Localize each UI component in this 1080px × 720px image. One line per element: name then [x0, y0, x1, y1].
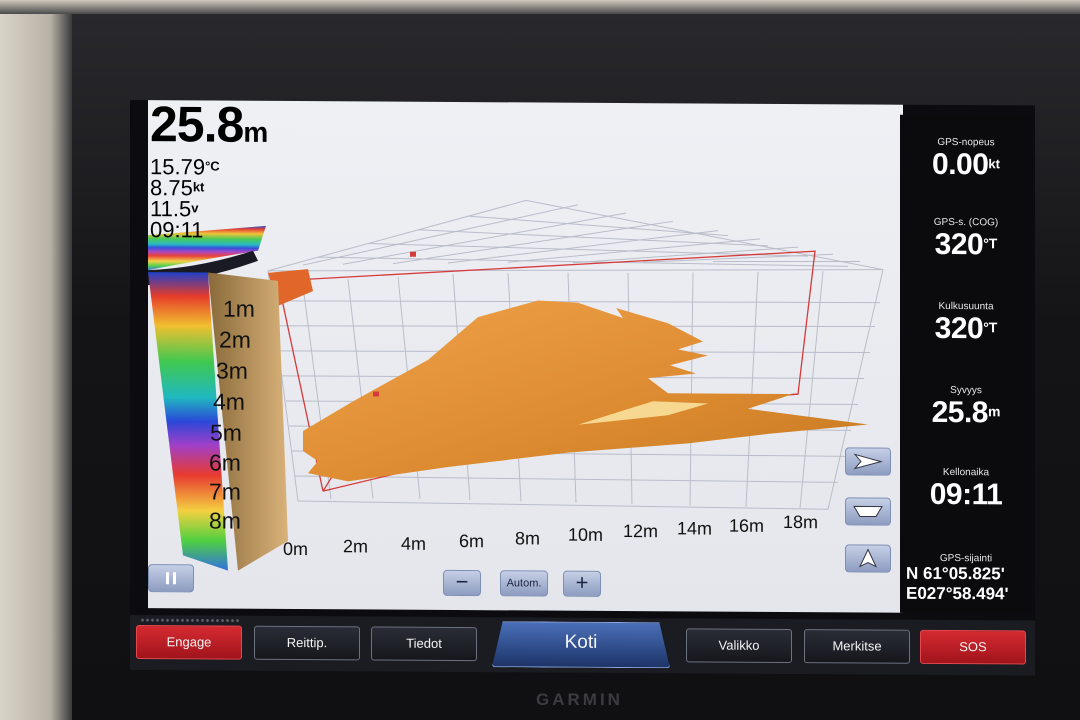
- depth-label: 3m: [216, 357, 248, 384]
- depth-label: 1m: [223, 295, 255, 322]
- distance-label: 4m: [401, 533, 427, 554]
- depth-readout: 25.8m: [150, 100, 268, 153]
- sonar-3d-view[interactable]: 25.8m 15.79°C 8.75kt 11.5v 09:11 1m 2m 3…: [148, 100, 903, 613]
- longitude-value: E027°58.494': [906, 583, 1009, 604]
- engage-button[interactable]: Engage: [136, 625, 242, 660]
- heading-value: 320: [934, 311, 984, 346]
- menu-button[interactable]: Valikko: [686, 628, 792, 664]
- mark-button[interactable]: Merkitse: [804, 629, 910, 664]
- page-indicator-dots: [140, 617, 240, 624]
- home-button[interactable]: Koti: [492, 621, 670, 668]
- distance-label: 6m: [459, 531, 485, 552]
- gps-speed-unit: kt: [988, 156, 1000, 172]
- depth-label: 6m: [209, 449, 241, 476]
- distance-label: 2m: [343, 536, 369, 557]
- info-button[interactable]: Tiedot: [371, 626, 477, 662]
- cog-field: GPS-s. (COG) 320°T: [900, 217, 1032, 263]
- clock-value: 09:11: [929, 477, 1003, 512]
- sos-button[interactable]: SOS: [920, 629, 1026, 665]
- pause-button[interactable]: [148, 564, 194, 593]
- gps-speed-value: 0.00: [932, 147, 989, 182]
- brand-logo: GARMIN: [536, 690, 623, 709]
- softkey-bar: Engage Reittip. Tiedot Koti Valikko Merk…: [130, 615, 1035, 676]
- zoom-in-button[interactable]: +: [563, 570, 601, 597]
- flat-view-icon: [853, 453, 883, 470]
- data-panel: GPS-nopeus 0.00kt GPS-s. (COG) 320°T Kul…: [900, 114, 1032, 614]
- distance-label: 10m: [568, 524, 604, 545]
- clock-label: Kellonaika: [942, 466, 990, 479]
- pause-icon: [166, 572, 176, 585]
- position-label: GPS-sijainti: [939, 552, 993, 565]
- gps-speed-field: GPS-nopeus 0.00kt: [900, 137, 1032, 183]
- gps-speed-label: GPS-nopeus: [937, 136, 995, 149]
- auto-zoom-button[interactable]: Autom.: [500, 570, 548, 597]
- perspective-view-button[interactable]: [845, 497, 891, 526]
- latitude-value: N 61°05.825': [906, 563, 1005, 584]
- cog-label: GPS-s. (COG): [933, 216, 999, 229]
- distance-label: 18m: [783, 511, 819, 533]
- perspective-view-icon: [853, 505, 883, 518]
- background-wall-top: [0, 0, 1080, 14]
- background-wall: [0, 0, 72, 720]
- depth-unit-panel: m: [987, 403, 1001, 420]
- distance-scale-labels: 0m 2m 4m 6m 8m 10m 12m 14m 16m 18m: [283, 503, 843, 559]
- time-readout: 09:11: [150, 217, 204, 243]
- heading-label: Kulkusuunta: [938, 300, 994, 313]
- north-up-button[interactable]: [845, 544, 891, 573]
- position-field: GPS-sijainti N 61°05.825' E027°58.494': [900, 553, 1032, 605]
- distance-label: 16m: [729, 515, 765, 536]
- cog-value: 320: [934, 227, 984, 262]
- depth-label: 7m: [209, 478, 241, 505]
- chartplotter-screen: 25.8m 15.79°C 8.75kt 11.5v 09:11 1m 2m 3…: [130, 100, 1035, 676]
- distance-label: 0m: [283, 538, 309, 560]
- heading-unit: °T: [983, 319, 998, 336]
- distance-label: 8m: [515, 528, 541, 549]
- depth-label: 2m: [219, 326, 251, 353]
- heading-field: Kulkusuunta 320°T: [900, 301, 1032, 347]
- clock-field: Kellonaika 09:11: [900, 467, 1032, 513]
- distance-label: 12m: [623, 521, 659, 542]
- route-button[interactable]: Reittip.: [254, 625, 360, 661]
- depth-label: 5m: [210, 419, 242, 446]
- depth-label-panel: Syvyys: [950, 385, 982, 397]
- depth-value-panel: 25.8: [931, 395, 988, 430]
- depth-label: 4m: [213, 388, 245, 415]
- depth-label: 8m: [209, 507, 241, 534]
- cog-unit: °T: [983, 235, 998, 252]
- distance-label: 14m: [677, 518, 713, 539]
- sonar-readout: 25.8m 15.79°C 8.75kt 11.5v 09:11: [150, 100, 268, 243]
- zoom-out-button[interactable]: −: [443, 569, 481, 597]
- depth-field: Syvyys 25.8m: [900, 385, 1032, 431]
- north-up-icon: [858, 548, 878, 568]
- flat-view-button[interactable]: [845, 447, 891, 476]
